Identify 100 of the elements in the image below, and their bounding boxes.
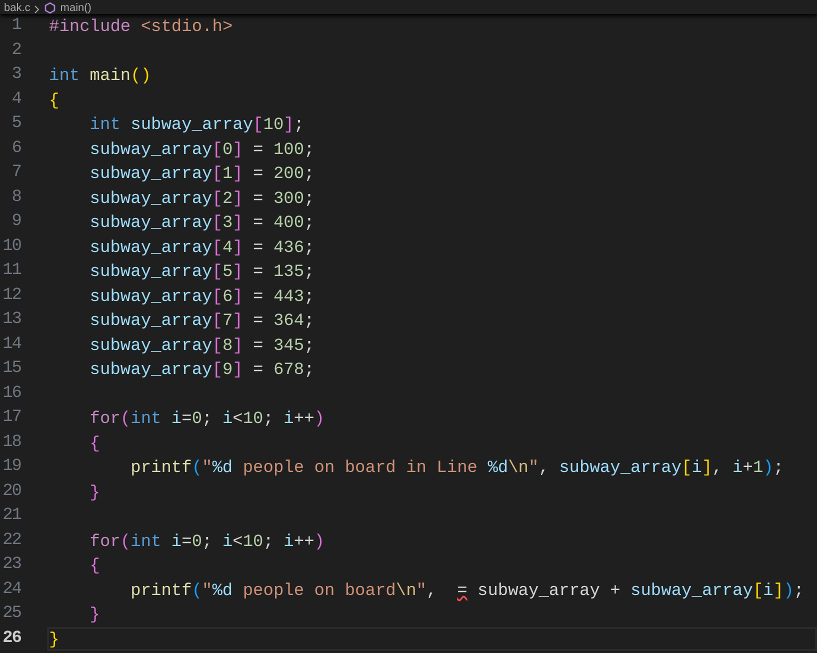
code-token: = [182, 409, 192, 428]
code-token: ] [773, 580, 784, 600]
code-token: \n [396, 580, 416, 600]
code-token: ; [304, 188, 314, 208]
code-token: subway_array [88, 360, 212, 380]
code-token: ] [232, 164, 243, 184]
line-number: 15 [2, 358, 21, 380]
code-token: = [252, 164, 264, 184]
line-number: 19 [2, 456, 21, 478]
code-token: i [221, 532, 233, 551]
code-token: ( [192, 580, 202, 600]
line-number: 6 [10, 138, 21, 160]
code-token: printf [130, 458, 192, 478]
code-token: 678 [273, 360, 304, 380]
code-token: = [252, 188, 264, 208]
code-token: subway_array [88, 140, 212, 159]
line-number: 23 [2, 554, 21, 576]
code-token: i [732, 458, 743, 478]
line-number: 26 [2, 628, 21, 650]
code-token: ] [232, 213, 243, 232]
code-token: ( [120, 409, 131, 428]
line-number: 18 [2, 432, 21, 454]
code-token: = [252, 336, 264, 355]
code-token: , [538, 458, 549, 478]
line-number: 16 [2, 382, 21, 404]
code-token: ] [232, 286, 243, 306]
code-token: ) [314, 532, 324, 551]
code-token: ; [304, 213, 314, 232]
code-token: i [170, 409, 182, 428]
line-number: 22 [2, 530, 21, 552]
code-token: 6 [222, 286, 233, 306]
code-token: ; [304, 311, 314, 330]
code-token: 443 [273, 286, 304, 306]
code-token: i [763, 580, 774, 600]
code-token: [ [212, 286, 222, 306]
code-token: subway_array [88, 286, 212, 306]
code-token: %d [488, 458, 508, 478]
line-number: 11 [2, 260, 21, 282]
code-token: ; [294, 115, 304, 134]
code-token: { [88, 434, 100, 453]
code-token: i [170, 532, 182, 551]
code-token: ] [232, 238, 243, 257]
code-token: 8 [222, 336, 233, 355]
code-token: ; [202, 532, 212, 551]
code-token: 10 [242, 532, 264, 551]
code-token: i [282, 409, 294, 428]
code-token: people on board in Line [242, 458, 478, 478]
code-token: ( [120, 532, 131, 551]
code-token: ] [232, 336, 243, 355]
code-token: = [252, 286, 264, 306]
code-token: subway_array [630, 580, 753, 600]
breadcrumb-file[interactable]: bak.c [4, 2, 30, 14]
code-token: = [182, 532, 192, 551]
code-token: \n [508, 458, 528, 478]
cube-icon [44, 2, 56, 14]
code-token: i [692, 458, 702, 478]
code-token: ] [702, 458, 712, 478]
code-token: ; [794, 580, 804, 600]
code-token: 9 [222, 360, 233, 380]
code-token: subway_array [88, 311, 212, 330]
code-token: ; [263, 532, 274, 551]
code-token: 1 [222, 164, 233, 184]
code-token: 2 [222, 188, 233, 208]
code-token: < [232, 532, 243, 551]
code-token: for [88, 532, 120, 551]
code-token: " [202, 458, 212, 478]
line-number: 14 [2, 334, 21, 356]
code-token: = [252, 311, 264, 330]
code-token: } [88, 482, 100, 502]
line-number: 12 [2, 284, 21, 306]
code-token: [ [253, 115, 264, 134]
code-token: ; [202, 409, 212, 428]
code-token: <stdio.h> [140, 17, 233, 36]
code-token: 364 [273, 311, 304, 330]
code-token: int [49, 66, 80, 86]
code-token: subway_array [88, 188, 212, 208]
code-token: " [202, 580, 212, 600]
error-token: = [457, 580, 468, 600]
code-token: i [221, 409, 233, 428]
code-token: = [252, 213, 264, 232]
code-token: 5 [222, 262, 233, 282]
breadcrumb-symbol[interactable]: main() [60, 2, 92, 14]
code-token: 4 [222, 238, 233, 257]
code-token: 200 [273, 164, 304, 184]
code-token: " [416, 580, 426, 600]
line-number: 2 [10, 40, 21, 62]
code-token: < [232, 409, 243, 428]
code-token: subway_array + [476, 580, 620, 600]
code-token: [ [212, 164, 222, 184]
code-token: ; [263, 409, 274, 428]
code-token: main [88, 66, 131, 86]
code-token: ) [784, 580, 794, 600]
code-token: ++ [294, 409, 314, 428]
code-token: #include [49, 17, 131, 36]
code-token: () [130, 66, 152, 86]
code-token: 10 [242, 409, 264, 428]
code-token: 7 [222, 311, 233, 330]
code-token: 1 [752, 458, 764, 478]
code-token: [ [212, 213, 222, 232]
code-token: [ [752, 580, 764, 600]
